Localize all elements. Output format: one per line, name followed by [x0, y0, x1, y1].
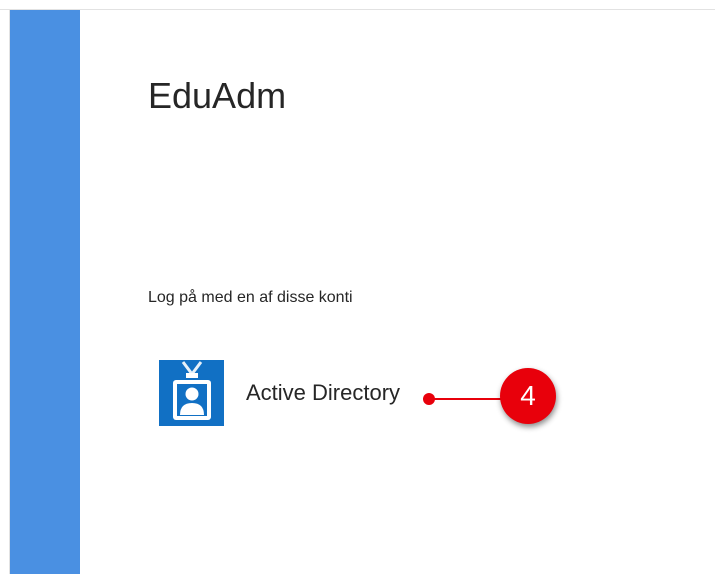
signin-prompt: Log på med en af disse konti	[148, 289, 353, 306]
callout-line	[432, 398, 504, 400]
provider-active-directory-button[interactable]: Active Directory	[159, 360, 449, 426]
login-page: EduAdm Log på med en af disse konti Acti…	[0, 0, 715, 574]
main-content: EduAdm Log på med en af disse konti Acti…	[80, 10, 715, 574]
sidebar-accent-bar	[10, 10, 80, 574]
step-number-badge: 4	[500, 368, 556, 424]
page-title: EduAdm	[148, 75, 287, 116]
window-left-border	[0, 10, 10, 574]
window-top-border	[0, 0, 715, 10]
id-badge-icon	[159, 360, 224, 426]
provider-label: Active Directory	[246, 380, 401, 405]
